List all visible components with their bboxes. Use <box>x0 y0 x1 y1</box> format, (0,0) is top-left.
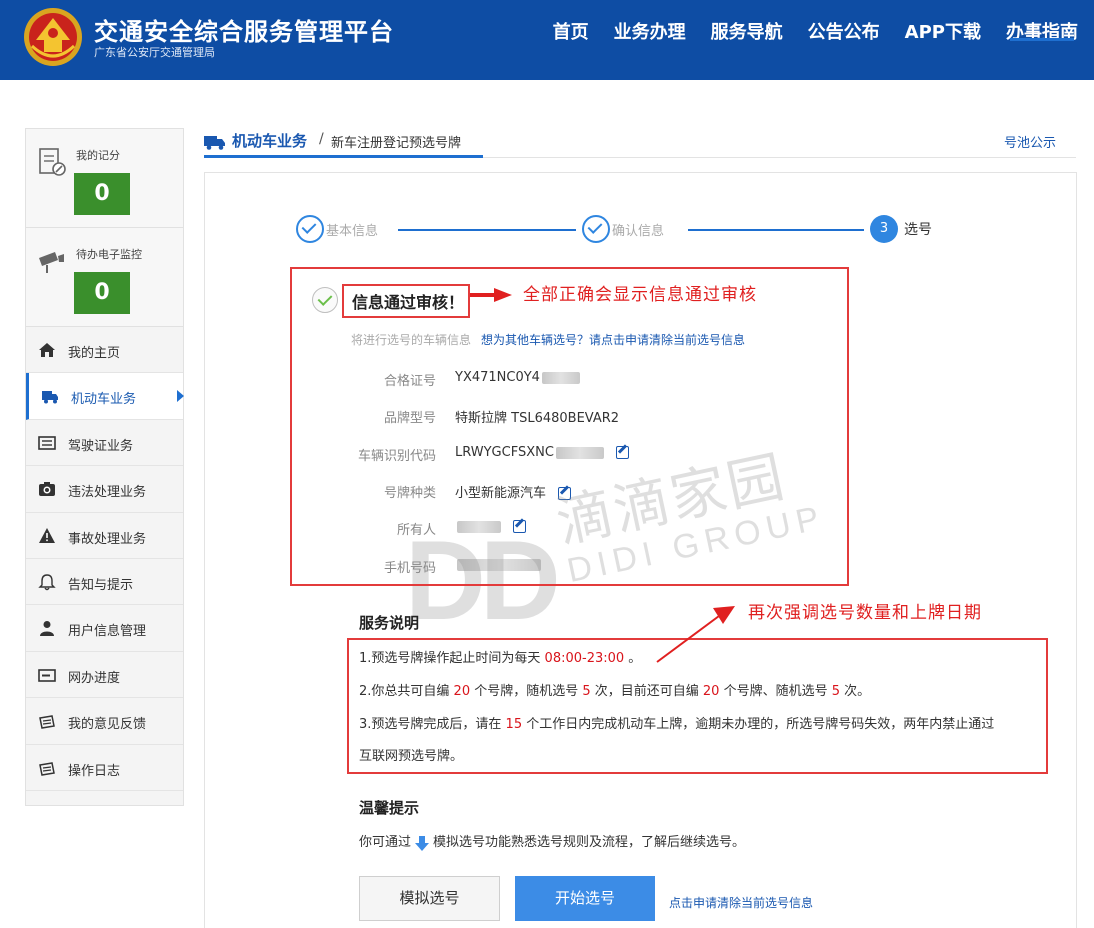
nav-app-download[interactable]: APP下载 <box>905 18 981 44</box>
number-pool-link[interactable]: 号池公示 <box>1004 132 1056 151</box>
check-circle-icon <box>296 215 324 243</box>
arrow-down-icon <box>415 835 430 851</box>
user-icon <box>40 621 54 637</box>
progress-icon <box>38 668 56 682</box>
sidebar-item-accident[interactable]: 事故处理业务 <box>26 512 183 559</box>
tips-title: 温馨提示 <box>359 799 420 817</box>
truck-icon <box>204 136 225 150</box>
breadcrumb-section[interactable]: 机动车业务 <box>232 130 307 151</box>
breadcrumb-underline <box>204 155 483 158</box>
camera-icon <box>39 252 64 273</box>
annotation-arrow-icon <box>470 288 512 302</box>
breadcrumb-separator: / <box>319 131 324 147</box>
active-arrow-icon <box>177 390 184 403</box>
stat-points-value: 0 <box>74 173 130 215</box>
warning-icon <box>39 527 55 543</box>
sidebar-item-home[interactable]: 我的主页 <box>26 327 183 374</box>
camera-icon <box>39 482 55 497</box>
truck-icon <box>42 391 58 404</box>
breadcrumb: 机动车业务 / 新车注册登记预选号牌 号池公示 <box>204 128 1076 158</box>
step-confirm-info: 确认信息 <box>582 215 664 243</box>
stat-pending-monitor[interactable]: 待办电子监控 0 <box>26 228 183 327</box>
sidebar-item-violation[interactable]: 违法处理业务 <box>26 466 183 513</box>
sidebar-item-label: 网办进度 <box>68 670 121 686</box>
feedback-icon <box>39 715 55 729</box>
annotation-arrow-icon <box>656 606 735 663</box>
stat-monitor-label: 待办电子监控 <box>76 248 142 261</box>
id-card-icon <box>38 435 56 450</box>
start-select-button[interactable]: 开始选号 <box>515 876 655 921</box>
sidebar-item-user-info[interactable]: 用户信息管理 <box>26 605 183 652</box>
annotation-box-title <box>342 284 470 318</box>
breadcrumb-current: 新车注册登记预选号牌 <box>331 136 462 151</box>
annotation-note-2: 再次强调选号数量和上牌日期 <box>748 603 982 623</box>
nav-business[interactable]: 业务办理 <box>614 18 686 44</box>
clear-selection-link[interactable]: 点击申请清除当前选号信息 <box>669 894 813 911</box>
stat-points-label: 我的记分 <box>76 149 120 162</box>
sidebar-item-label: 违法处理业务 <box>68 485 147 501</box>
service-title: 服务说明 <box>359 614 420 632</box>
sidebar-item-progress[interactable]: 网办进度 <box>26 651 183 699</box>
step-label: 基本信息 <box>326 223 379 239</box>
platform-title: 交通安全综合服务管理平台 <box>94 18 394 46</box>
bell-icon <box>38 574 56 591</box>
sidebar-item-label: 我的主页 <box>68 346 121 361</box>
sidebar-item-vehicle[interactable]: 机动车业务 <box>26 373 184 420</box>
sidebar-item-label: 操作日志 <box>68 763 121 779</box>
step-basic-info: 基本信息 <box>296 215 378 243</box>
top-header: 交通安全综合服务管理平台 广东省公安厅交通管理局 首页 业务办理 服务导航 公告… <box>0 0 1094 80</box>
step-label: 确认信息 <box>612 223 665 239</box>
sidebar-item-notice[interactable]: 告知与提示 <box>26 558 183 606</box>
step-number: 3 <box>870 215 898 243</box>
police-emblem-icon[interactable] <box>22 6 84 68</box>
nav-service-guide[interactable]: 服务导航 <box>711 18 783 44</box>
main-nav: 首页 业务办理 服务导航 公告公布 APP下载 办事指南 <box>553 18 1078 44</box>
nav-home[interactable]: 首页 <box>553 18 589 44</box>
sidebar-item-label: 事故处理业务 <box>68 531 147 547</box>
sidebar-item-log[interactable]: 操作日志 <box>26 744 183 791</box>
sidebar-item-license[interactable]: 驾驶证业务 <box>26 419 183 467</box>
platform-subtitle: 广东省公安厅交通管理局 <box>94 46 215 59</box>
annotation-note-1: 全部正确会显示信息通过审核 <box>523 285 757 305</box>
sidebar-item-label: 驾驶证业务 <box>68 438 134 454</box>
step-connector <box>398 229 576 231</box>
nav-announcements[interactable]: 公告公布 <box>808 18 880 44</box>
home-icon <box>39 343 55 357</box>
stat-monitor-value: 0 <box>74 272 130 314</box>
check-circle-icon <box>582 215 610 243</box>
sidebar-item-label: 告知与提示 <box>68 577 134 593</box>
pool-link-underline <box>1010 38 1074 41</box>
sidebar-item-label: 机动车业务 <box>71 392 137 408</box>
document-pen-icon <box>39 148 66 176</box>
tips-text: 你可通过 模拟选号功能熟悉选号规则及流程，了解后继续选号。 <box>359 835 746 851</box>
step-connector <box>688 229 864 231</box>
sidebar-item-label: 我的意见反馈 <box>68 717 147 733</box>
sidebar-item-label: 用户信息管理 <box>68 624 147 640</box>
sidebar-item-feedback[interactable]: 我的意见反馈 <box>26 698 183 745</box>
simulate-select-button[interactable]: 模拟选号 <box>359 876 500 921</box>
sidebar: 我的记分 0 待办电子监控 0 我的主页 机动车业务 驾驶证业务 违法处理业务 … <box>25 128 184 806</box>
step-label: 选号 <box>904 222 932 238</box>
step-select-number: 3 选号 <box>870 215 932 243</box>
log-icon <box>39 761 55 776</box>
stat-points[interactable]: 我的记分 0 <box>26 129 183 228</box>
